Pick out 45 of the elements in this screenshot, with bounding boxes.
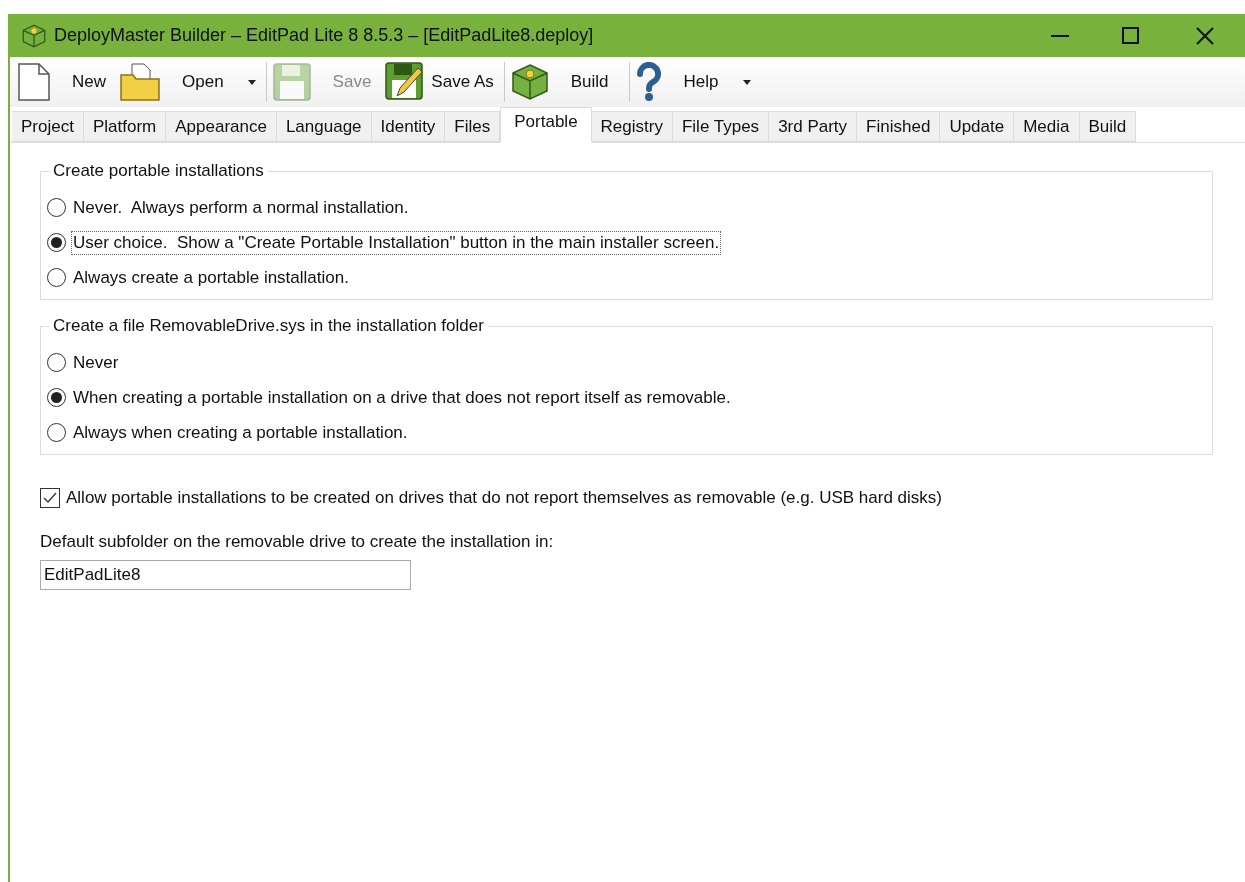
field-label: Default subfolder on the removable drive to create the installation in: bbox=[40, 530, 555, 553]
radio-button[interactable] bbox=[47, 388, 66, 407]
tab[interactable]: Update bbox=[940, 111, 1015, 142]
tab[interactable]: File Types bbox=[672, 111, 770, 142]
radio-label[interactable]: Always create a portable installation. bbox=[72, 266, 350, 289]
radio-label[interactable]: User choice. Show a "Create Portable Installation" button in the main installer screen. bbox=[72, 231, 721, 254]
app-logo bbox=[22, 23, 46, 48]
tab[interactable]: Registry bbox=[591, 111, 673, 142]
radio-label[interactable]: Never. Always perform a normal installation. bbox=[72, 196, 410, 219]
tab[interactable]: Identity bbox=[371, 111, 446, 142]
tab[interactable]: Project bbox=[12, 111, 84, 142]
toolbar-button[interactable]: Help bbox=[635, 59, 755, 105]
tab[interactable]: Build bbox=[1079, 111, 1137, 142]
tab[interactable]: Platform bbox=[83, 111, 167, 142]
radio-label[interactable]: Always when creating a portable installation. bbox=[72, 421, 409, 444]
tab[interactable]: Files bbox=[445, 111, 501, 142]
close-icon bbox=[1196, 26, 1214, 45]
tab[interactable]: Language bbox=[276, 111, 372, 142]
radio-button[interactable] bbox=[47, 233, 66, 252]
blank-page-icon bbox=[18, 63, 50, 101]
tab[interactable]: Media bbox=[1014, 111, 1080, 142]
help-icon bbox=[635, 62, 662, 102]
folder-icon bbox=[120, 63, 160, 101]
box-icon bbox=[510, 63, 549, 101]
tab[interactable]: 3rd Party bbox=[769, 111, 858, 142]
toolbar-button[interactable]: Save As bbox=[385, 59, 498, 105]
caret-icon bbox=[247, 79, 256, 85]
tab[interactable]: Portable bbox=[500, 107, 592, 143]
floppy-pencil-icon bbox=[385, 62, 426, 102]
toolbar-button[interactable]: Build bbox=[510, 59, 623, 105]
toolbar-button[interactable]: New bbox=[18, 59, 120, 105]
checkbox[interactable] bbox=[40, 487, 60, 508]
tab[interactable]: Finished bbox=[857, 111, 941, 142]
radio-button[interactable] bbox=[47, 268, 66, 287]
tab[interactable]: Appearance bbox=[166, 111, 277, 142]
toolbar-button[interactable]: Open bbox=[120, 59, 260, 105]
radio-button[interactable] bbox=[47, 423, 66, 442]
radio-button[interactable] bbox=[47, 353, 66, 372]
caret-icon bbox=[742, 79, 751, 85]
radio-label[interactable]: When creating a portable installation on a drive that does not report itself as removable. bbox=[72, 386, 732, 409]
window-title: DeployMaster Builder – EditPad Lite 8 8.5.3 – [EditPadLite8.deploy] bbox=[54, 24, 594, 47]
radio-label[interactable]: Never bbox=[72, 351, 120, 374]
checkbox-label[interactable]: Allow portable installations to be created on drives that do not report themselves as removable (e.g. USB hard disks) bbox=[66, 485, 942, 511]
radio-button[interactable] bbox=[47, 198, 66, 217]
subfolder-field[interactable]: EditPadLite8 bbox=[40, 560, 411, 590]
